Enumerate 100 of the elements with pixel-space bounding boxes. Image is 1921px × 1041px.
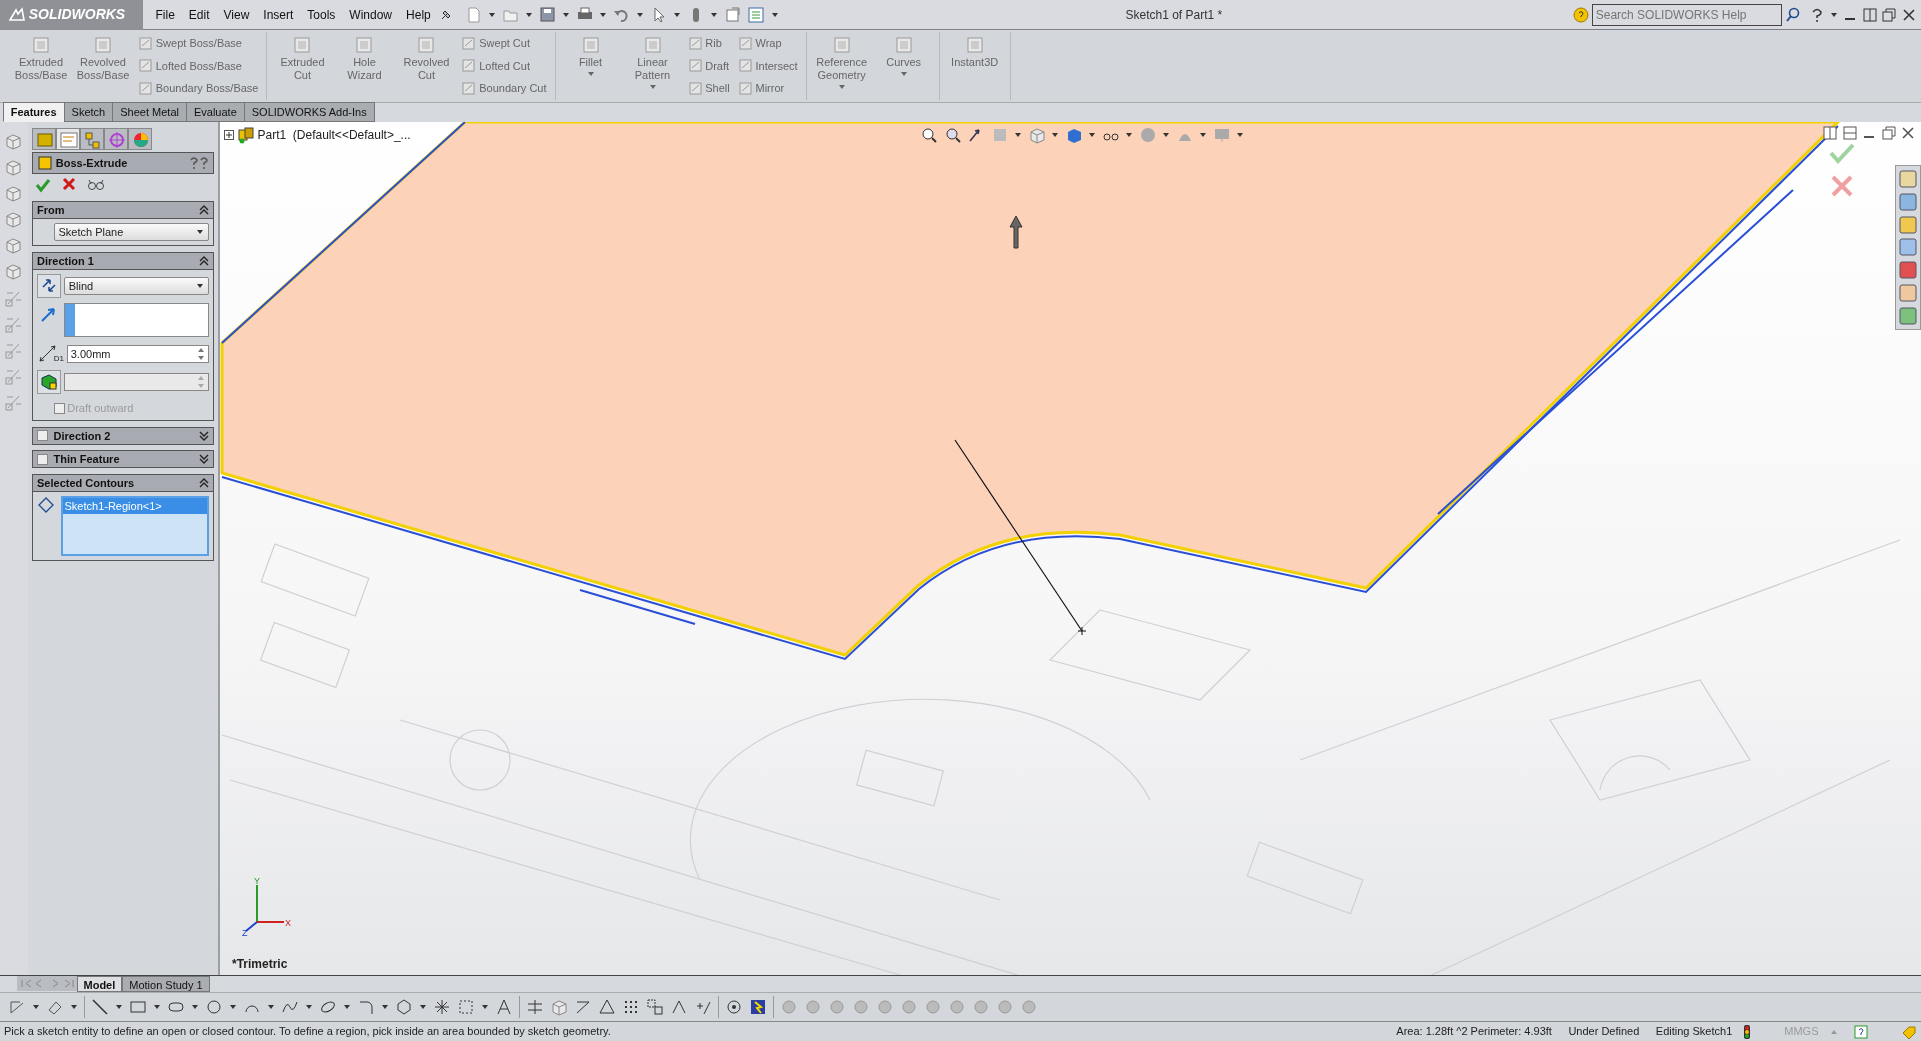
section-header[interactable]: From [32,201,214,220]
cube-view-icon[interactable] [4,210,24,230]
split-view-icon[interactable] [1823,126,1837,140]
caret-icon[interactable] [32,1004,40,1010]
ribbon-button[interactable]: Boundary Boss/Base [136,79,261,98]
ribbon-button[interactable]: Boundary Cut [459,79,549,98]
reverse-direction-button[interactable] [37,273,61,298]
ribbon-button[interactable]: Fillet [561,32,620,100]
ribbon-button[interactable]: Lofted Boss/Base [136,56,261,76]
caret-icon[interactable] [636,11,645,18]
manager-tab[interactable] [32,127,56,150]
point-icon[interactable] [433,998,451,1016]
ribbon-button[interactable]: Shell [685,79,732,98]
section-header[interactable]: Selected Contours [32,473,214,492]
line-icon[interactable] [91,998,109,1016]
ribbon-button[interactable]: Reference Geometry [812,32,871,100]
text-tool-icon[interactable] [495,998,513,1016]
caret-icon[interactable] [191,1004,199,1010]
manager-tab[interactable] [128,127,152,150]
ribbon-button[interactable]: Rib [685,34,732,53]
part-icon[interactable] [236,126,255,144]
caret-icon[interactable] [1051,132,1059,138]
rebuild-light-icon[interactable] [1743,1024,1752,1039]
cancel-icon[interactable] [61,177,76,191]
offset-icon[interactable] [574,998,592,1016]
caret-icon[interactable] [562,11,571,18]
split-view-icon[interactable] [1842,126,1857,140]
caret-icon[interactable] [673,11,682,18]
menu-item[interactable]: Window [342,3,400,26]
menu-item[interactable]: Tools [300,3,343,26]
warning-triangle-icon[interactable] [598,998,616,1016]
caret-icon[interactable] [115,1004,123,1010]
trim-icon[interactable] [526,998,544,1016]
contour-list-item[interactable]: Sketch1-Region<1> [62,497,207,515]
caret-icon[interactable] [419,1004,427,1010]
save-icon[interactable] [538,5,557,24]
ribbon-button[interactable]: Revolved Cut [397,32,456,100]
polygon-icon[interactable] [395,998,413,1016]
caret-icon[interactable] [381,1004,389,1010]
circle-icon[interactable] [205,998,223,1016]
sketch-icon[interactable] [8,998,26,1016]
direction-selection-field[interactable] [63,303,209,338]
caret-icon[interactable] [305,1004,313,1010]
cube-view-icon[interactable] [4,158,24,178]
preview-glasses-icon[interactable] [86,177,105,191]
caret-icon[interactable] [1088,132,1096,138]
caret-icon[interactable] [525,11,534,18]
pattern-grid-icon[interactable] [622,998,640,1016]
caret-icon[interactable] [1829,11,1838,18]
caret-icon[interactable] [481,1004,489,1010]
cube-view-icon[interactable] [4,262,24,282]
cube-view-icon[interactable] [4,184,24,204]
view-orientation-icon[interactable] [1027,126,1046,144]
section-header[interactable]: Direction 1 [32,251,214,270]
draft-button[interactable] [37,370,61,395]
command-tab[interactable]: Sheet Metal [112,101,187,122]
ribbon-button[interactable]: Lofted Cut [459,56,549,76]
expand-box-icon[interactable] [224,130,234,140]
caret-icon[interactable] [488,11,497,18]
construction-geometry-icon[interactable] [457,998,475,1016]
section-header[interactable]: Direction 2 [32,426,214,445]
draft-angle-field[interactable] [63,373,209,392]
ribbon-button[interactable]: Wrap [735,34,800,53]
cube-view-icon[interactable] [4,236,24,256]
contours-list[interactable]: Sketch1-Region<1> [60,495,209,556]
caret-icon[interactable] [1236,132,1244,138]
command-tab[interactable]: Features [2,101,65,122]
menu-item[interactable]: File [148,3,182,26]
caret-icon[interactable] [710,11,719,18]
caret-icon[interactable] [229,1004,237,1010]
feature-tree-root[interactable]: Part1 (Default<<Default>_... [257,126,411,144]
caret-icon[interactable] [267,1004,275,1010]
restore-icon[interactable] [1881,126,1896,140]
ribbon-button[interactable]: Revolved Boss/Base [74,32,132,100]
ribbon-button[interactable]: Instant3D [945,32,1004,100]
ok-check-icon[interactable] [34,177,51,193]
model-tab[interactable]: Model [76,976,123,992]
zoom-to-fit-icon[interactable] [920,126,938,144]
cube-view-icon[interactable] [4,132,24,152]
confirm-check-icon[interactable] [1829,142,1855,164]
caret-icon[interactable] [1014,132,1022,138]
menu-item[interactable]: Insert [256,3,301,26]
ribbon-button[interactable]: Hole Wizard [335,32,394,100]
ribbon-button[interactable]: Extruded Cut [273,32,332,100]
tag-icon[interactable] [1901,1025,1917,1040]
caret-icon[interactable] [770,11,779,18]
zoom-area-icon[interactable] [943,126,962,144]
close-icon[interactable] [1901,126,1915,140]
end-condition-dropdown[interactable]: Blind [63,276,209,295]
manager-tab[interactable] [56,127,80,150]
caret-icon[interactable] [1162,132,1170,138]
drag-arrow-handle[interactable] [1010,216,1022,248]
checkbox[interactable] [37,430,48,442]
caret-icon[interactable] [343,1004,351,1010]
tile-icon[interactable] [1862,7,1877,22]
ribbon-button[interactable]: Swept Cut [459,34,549,53]
caret-icon[interactable] [1125,132,1133,138]
caret-icon[interactable] [70,1004,78,1010]
restore-icon[interactable] [1882,7,1896,22]
menu-item[interactable]: Edit [181,3,217,26]
